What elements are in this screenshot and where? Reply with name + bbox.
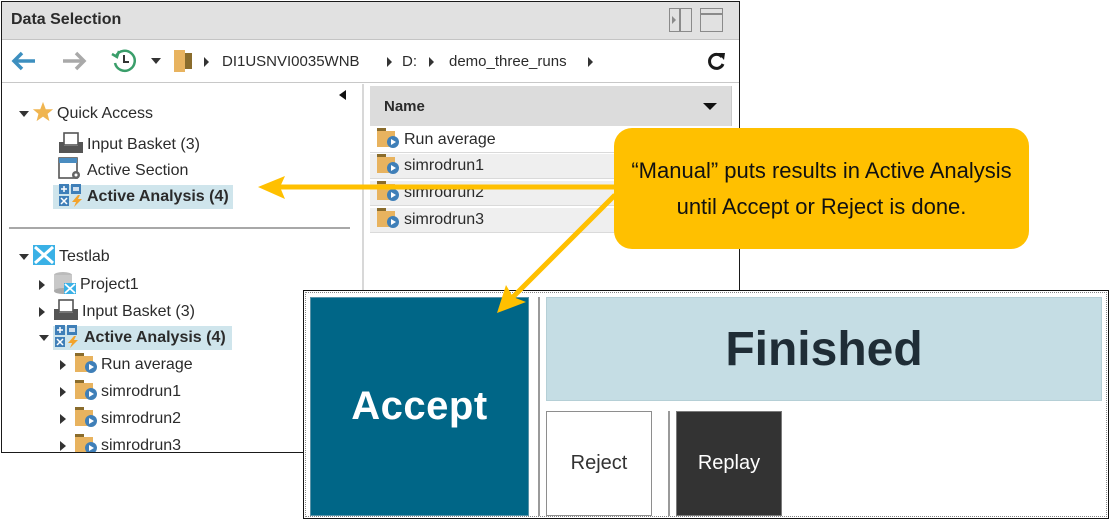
run-folder-icon	[74, 433, 98, 452]
collapsed-icon[interactable]	[60, 441, 66, 451]
split-view-button[interactable]	[669, 8, 692, 32]
tree-label: Testlab	[59, 248, 110, 265]
sort-dropdown-icon[interactable]	[703, 103, 717, 110]
star-icon	[32, 101, 54, 128]
tree-label: simrodrun1	[101, 383, 182, 400]
replay-button[interactable]: Replay	[676, 411, 782, 516]
tree-label: Active Analysis (4)	[87, 188, 229, 205]
tree-item-active-analysis[interactable]: Active Analysis (4)	[53, 183, 233, 212]
tree-label: Run average	[101, 356, 193, 373]
expanded-icon[interactable]	[19, 254, 29, 260]
root-folder-icon[interactable]	[172, 50, 194, 72]
navigation-bar: DI1USNVI0035WNB D: demo_three_runs	[2, 40, 739, 83]
history-icon[interactable]	[110, 49, 138, 73]
collapse-pane-icon[interactable]	[339, 90, 346, 100]
run-folder-icon	[74, 379, 98, 406]
tree-label: Project1	[80, 276, 139, 293]
tree-label: simrodrun2	[101, 410, 182, 427]
column-header-label: Name	[384, 98, 425, 115]
section-divider	[9, 227, 350, 229]
list-row-label: simrodrun1	[404, 157, 485, 174]
history-dropdown-icon[interactable]	[150, 50, 162, 72]
tree-label: Input Basket (3)	[87, 136, 200, 153]
tree-label: simrodrun3	[101, 437, 182, 453]
forward-arrow-icon[interactable]	[60, 50, 88, 72]
collapsed-icon[interactable]	[60, 360, 66, 370]
expanded-icon[interactable]	[39, 335, 49, 341]
run-folder-icon	[376, 153, 400, 180]
breadcrumb-drive[interactable]: D:	[402, 53, 417, 70]
collapsed-icon[interactable]	[39, 307, 45, 317]
tree-item-simrodrun2[interactable]: simrodrun2	[60, 406, 182, 433]
tree-item-input-basket-testlab[interactable]: Input Basket (3)	[39, 298, 195, 326]
tree-label: Input Basket (3)	[82, 303, 195, 320]
tree-item-simrodrun3[interactable]: simrodrun3	[60, 433, 182, 453]
input-basket-icon	[53, 298, 79, 326]
project-database-icon	[53, 271, 77, 300]
status-display: Finished	[546, 297, 1102, 401]
breadcrumb-folder[interactable]: demo_three_runs	[449, 53, 567, 70]
input-basket-icon	[58, 131, 84, 159]
tree-item-project1[interactable]: Project1	[39, 271, 139, 300]
tree-label: Active Analysis (4)	[84, 329, 226, 346]
active-analysis-icon	[58, 183, 84, 212]
tree-item-selection: Active Analysis (4)	[53, 324, 232, 353]
testlab-icon	[32, 244, 56, 271]
full-view-button[interactable]	[700, 8, 723, 32]
tree-item-simrodrun1[interactable]: simrodrun1	[60, 379, 182, 406]
window-title: Data Selection	[11, 11, 122, 28]
collapsed-icon[interactable]	[39, 280, 45, 290]
back-arrow-icon[interactable]	[10, 50, 38, 72]
tree-item-input-basket[interactable]: Input Basket (3)	[58, 131, 200, 159]
run-folder-icon	[376, 180, 400, 207]
run-folder-icon	[376, 127, 400, 154]
collapsed-icon[interactable]	[60, 414, 66, 424]
tree-item-quick-access[interactable]: Quick Access	[19, 101, 154, 128]
tree-item-active-section[interactable]: Active Section	[58, 156, 189, 186]
run-folder-icon	[376, 207, 400, 234]
list-row-label: simrodrun3	[404, 211, 485, 228]
column-header-name[interactable]: Name	[370, 86, 732, 126]
tree-item-active-analysis-testlab[interactable]: Active Analysis (4)	[39, 324, 232, 353]
collapsed-icon[interactable]	[60, 387, 66, 397]
divider	[538, 297, 540, 516]
breadcrumb-separator-icon	[429, 57, 434, 67]
title-bar: Data Selection	[2, 2, 739, 40]
list-row-label: simrodrun2	[404, 184, 485, 201]
tree-label: Quick Access	[57, 105, 154, 122]
expanded-icon[interactable]	[19, 111, 29, 117]
active-analysis-icon	[54, 324, 80, 353]
divider	[668, 411, 670, 516]
annotation-callout: “Manual” puts results in Active Analysis…	[614, 128, 1029, 249]
reject-button[interactable]: Reject	[546, 411, 652, 516]
active-section-icon	[58, 156, 84, 186]
list-row-label: Run average	[404, 131, 496, 148]
tree-item-testlab[interactable]: Testlab	[19, 244, 110, 271]
accept-button[interactable]: Accept	[310, 297, 529, 516]
breadcrumb-separator-icon	[204, 57, 209, 67]
refresh-icon[interactable]	[706, 50, 728, 72]
breadcrumb-separator-icon	[387, 57, 392, 67]
tree-item-run-average[interactable]: Run average	[60, 352, 193, 379]
breadcrumb-separator-icon	[588, 57, 593, 67]
analysis-runner-panel: Accept Finished Reject Replay	[303, 290, 1109, 519]
breadcrumb-computer[interactable]: DI1USNVI0035WNB	[222, 53, 360, 70]
run-folder-icon	[74, 406, 98, 433]
tree-label: Active Section	[87, 162, 189, 179]
run-folder-icon	[74, 352, 98, 379]
